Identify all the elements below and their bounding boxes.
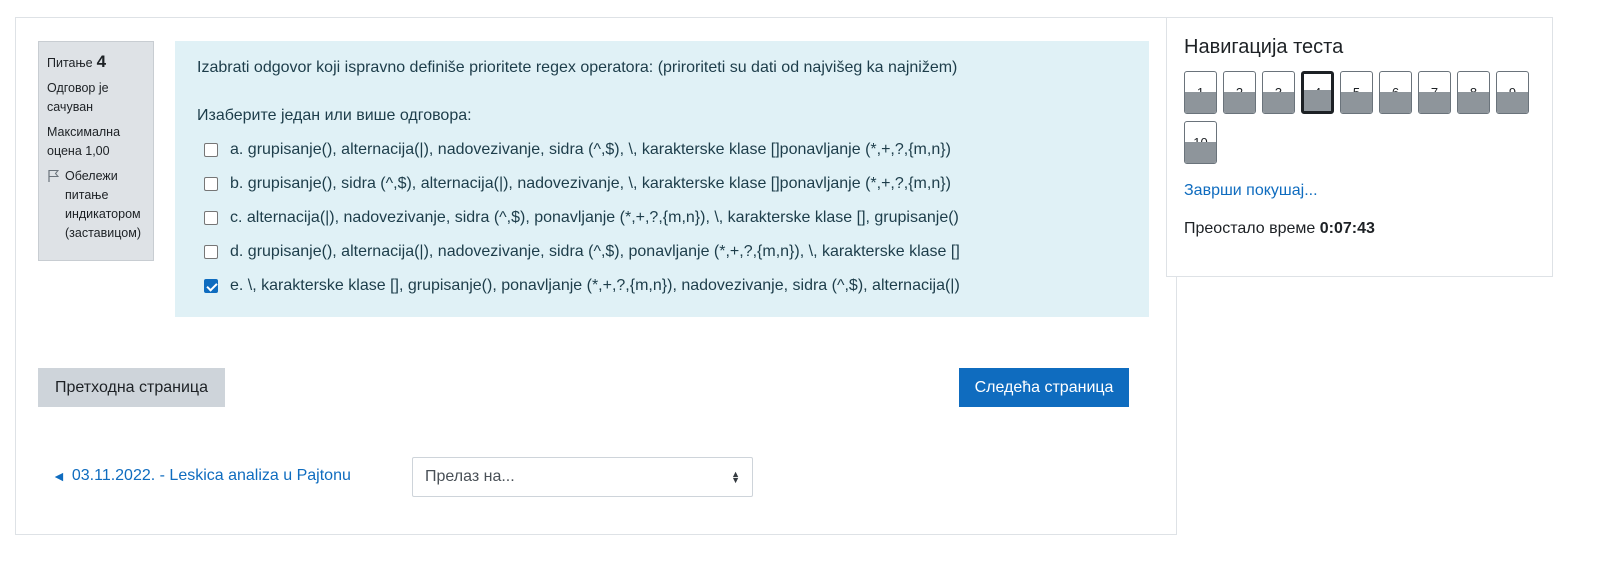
question-number: Питање 4	[47, 52, 145, 73]
nav-question-6[interactable]: 6	[1379, 71, 1412, 114]
answer-label: d. grupisanje(), alternacija(|), nadovez…	[230, 243, 960, 260]
answer-prompt: Изаберите један или више одговора:	[197, 107, 472, 124]
question-content: Izabrati odgovor koji ispravno definiše …	[175, 41, 1149, 317]
answer-checkbox[interactable]	[204, 211, 218, 225]
time-left: Преостало време 0:07:43	[1184, 220, 1535, 238]
previous-page-button[interactable]: Претходна страница	[38, 368, 225, 407]
flag-label: Обележи питање индикатором (заставицом)	[65, 169, 141, 240]
finish-attempt-link[interactable]: Заврши покушај...	[1184, 182, 1535, 200]
question-info: Питање 4 Одговор је сачуван Максимална о…	[38, 41, 154, 261]
answer-label: e. \, karakterske klase [], grupisanje()…	[230, 277, 960, 294]
answer-checkbox-checked[interactable]	[204, 279, 218, 293]
question-status: Одговор је сачуван	[47, 81, 109, 114]
next-page-button[interactable]: Следећа страница	[959, 368, 1129, 407]
previous-activity-link[interactable]: ◄ 03.11.2022. - Leskica analiza u Pajton…	[52, 467, 351, 485]
time-left-label: Преостало време	[1184, 220, 1316, 237]
nav-question-9[interactable]: 9	[1496, 71, 1529, 114]
nav-question-8[interactable]: 8	[1457, 71, 1490, 114]
answer-label: b. grupisanje(), sidra (^,$), alternacij…	[230, 175, 951, 192]
previous-activity-label: 03.11.2022. - Leskica analiza u Pajtonu	[71, 467, 351, 484]
answer-option-c[interactable]: c. alternacija(|), nadovezivanje, sidra …	[197, 201, 1127, 235]
answer-option-e[interactable]: e. \, karakterske klase [], grupisanje()…	[197, 269, 1127, 303]
question-nav-buttons: 1 2 3 4 5 6 7 8 9 10	[1184, 71, 1544, 164]
answer-option-b[interactable]: b. grupisanje(), sidra (^,$), alternacij…	[197, 167, 1127, 201]
quiz-navigation: Навигација теста 1 2 3 4 5 6 7 8 9 10 За…	[1166, 17, 1553, 277]
answer-checkbox[interactable]	[204, 143, 218, 157]
answer-checkbox[interactable]	[204, 177, 218, 191]
question-card: Питање 4 Одговор је сачуван Максимална о…	[15, 17, 1177, 535]
nav-question-1[interactable]: 1	[1184, 71, 1217, 114]
flag-icon	[48, 170, 60, 182]
answer-checkbox[interactable]	[204, 245, 218, 259]
question-number-value: 4	[96, 52, 107, 71]
nav-question-3[interactable]: 3	[1262, 71, 1295, 114]
jump-to-value: Прелаз на...	[425, 468, 515, 485]
nav-question-10[interactable]: 10	[1184, 121, 1217, 164]
nav-question-4-current[interactable]: 4	[1301, 71, 1334, 114]
jump-to-select[interactable]: Прелаз на... ▲ ▼	[412, 457, 753, 497]
nav-question-5[interactable]: 5	[1340, 71, 1373, 114]
flag-question-link[interactable]: Обележи питање индикатором (заставицом)	[47, 167, 145, 243]
question-text: Izabrati odgovor koji ispravno definiše …	[197, 59, 958, 76]
nav-question-2[interactable]: 2	[1223, 71, 1256, 114]
answer-label: c. alternacija(|), nadovezivanje, sidra …	[230, 209, 959, 226]
arrow-left-icon: ◄	[52, 468, 66, 484]
chevron-updown-icon: ▲ ▼	[731, 469, 740, 485]
quiz-navigation-title: Навигација теста	[1184, 36, 1344, 58]
nav-question-7[interactable]: 7	[1418, 71, 1451, 114]
question-max-grade: Максимална оцена 1,00	[47, 125, 121, 158]
question-label: Питање	[47, 56, 93, 70]
answer-option-d[interactable]: d. grupisanje(), alternacija(|), nadovez…	[197, 235, 1127, 269]
answer-option-a[interactable]: a. grupisanje(), alternacija(|), nadovez…	[197, 133, 1127, 167]
answer-label: a. grupisanje(), alternacija(|), nadovez…	[230, 141, 951, 158]
time-left-value: 0:07:43	[1319, 220, 1375, 237]
